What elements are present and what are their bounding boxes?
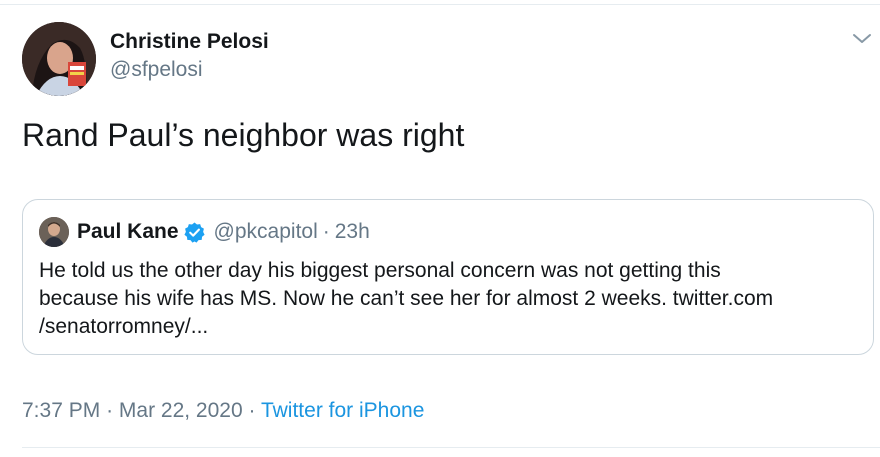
author-handle[interactable]: @sfpelosi [110,56,269,84]
quoted-text-line: because his wife has MS. Now he can’t se… [39,287,774,310]
tweet-text: Rand Paul’s neighbor was right [22,117,465,153]
chevron-down-icon[interactable] [850,30,874,48]
separator-dot: · [248,399,256,422]
author-display-name[interactable]: Christine Pelosi [110,28,269,56]
quoted-tweet-time[interactable]: 23h [335,220,370,244]
tweet-card: Christine Pelosi @sfpelosi Rand Paul’s n… [0,0,880,457]
quoted-author-name[interactable]: Paul Kane [77,220,179,244]
tweet-time[interactable]: 7:37 PM [22,399,100,422]
quoted-text-line: /senatorromney/... [39,315,209,338]
tweet-meta: 7:37 PM · Mar 22, 2020 · Twitter for iPh… [22,397,424,425]
top-divider [0,4,880,5]
quoted-tweet-header: Paul Kane @pkcapitol · 23h [39,217,370,247]
quoted-tweet[interactable]: Paul Kane @pkcapitol · 23h He told us th… [22,199,874,355]
quoted-author-avatar[interactable] [39,217,69,247]
quoted-text-line: He told us the other day his biggest per… [39,259,721,282]
separator-dot: · [106,399,114,422]
verified-badge-icon [183,221,205,243]
tweet-date[interactable]: Mar 22, 2020 [119,399,243,422]
separator-dot: · [322,220,330,243]
quoted-tweet-text: He told us the other day his biggest per… [39,257,839,341]
tweet-source-link[interactable]: Twitter for iPhone [261,399,424,422]
author-avatar[interactable] [22,22,96,96]
bottom-divider [22,447,880,448]
quoted-author-handle[interactable]: @pkcapitol [214,220,318,244]
author-block: Christine Pelosi @sfpelosi [110,28,269,84]
